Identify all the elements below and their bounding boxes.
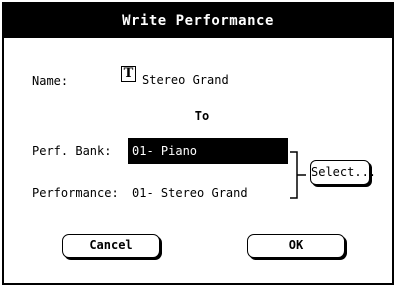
- name-value: Stereo Grand: [142, 73, 229, 87]
- text-edit-icon[interactable]: T: [121, 66, 136, 82]
- performance-label: Performance:: [32, 186, 119, 200]
- name-label: Name:: [32, 74, 69, 88]
- perf-bank-label: Perf. Bank:: [32, 144, 112, 158]
- performance-value: 01- Stereo Grand: [132, 186, 248, 200]
- bracket-icon: [290, 151, 306, 199]
- dialog-title: Write Performance: [4, 4, 392, 38]
- perf-bank-field[interactable]: 01- Piano: [128, 138, 288, 164]
- ok-button[interactable]: OK: [247, 234, 345, 258]
- select-button[interactable]: Select...: [310, 160, 376, 185]
- cancel-button[interactable]: Cancel: [62, 234, 160, 258]
- to-label: To: [194, 109, 210, 123]
- write-performance-dialog: Write Performance Name: T Stereo Grand T…: [2, 2, 394, 285]
